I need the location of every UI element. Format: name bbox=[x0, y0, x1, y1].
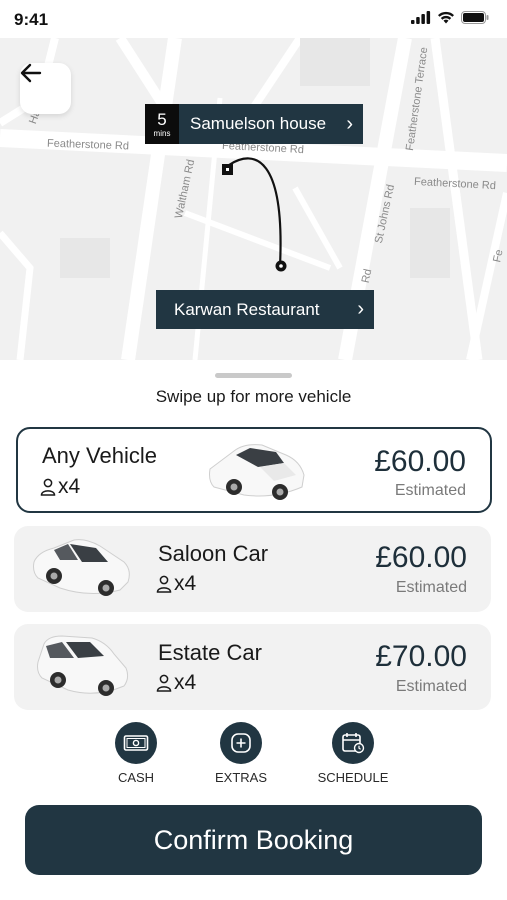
plus-icon bbox=[220, 722, 262, 764]
person-icon bbox=[156, 575, 172, 593]
schedule-label: SCHEDULE bbox=[317, 770, 389, 785]
wifi-icon bbox=[438, 11, 454, 24]
price-estimate-label: Estimated bbox=[394, 482, 466, 499]
swipe-hint: Swipe up for more vehicle bbox=[155, 387, 352, 406]
calendar-icon bbox=[332, 722, 374, 764]
vehicle-name: Estate Car bbox=[158, 640, 262, 665]
price-estimate-label: Estimated bbox=[395, 579, 467, 596]
person-icon bbox=[156, 674, 172, 692]
dropoff-location-tag[interactable]: Karwan Restaurant › bbox=[156, 290, 374, 329]
dropoff-label: Karwan Restaurant bbox=[174, 299, 320, 319]
car-estate-icon bbox=[37, 635, 129, 696]
vehicle-option-estate[interactable]: Estate Car x4 £70.00 Estimated bbox=[14, 624, 491, 710]
vehicle-name: Any Vehicle bbox=[42, 443, 157, 468]
booking-options: CASH EXTRAS SCHEDULE bbox=[0, 722, 507, 792]
schedule-option[interactable]: SCHEDULE bbox=[303, 722, 403, 785]
confirm-booking-button[interactable]: Confirm Booking bbox=[25, 805, 482, 875]
eta-value: 5 bbox=[157, 109, 167, 129]
battery-icon bbox=[461, 11, 489, 24]
vehicle-seats: x4 bbox=[40, 475, 80, 499]
status-time: 9:41 bbox=[14, 10, 49, 29]
sheet-handle[interactable] bbox=[215, 373, 292, 378]
price-estimate-label: Estimated bbox=[395, 678, 467, 695]
vehicle-price: £60.00 bbox=[375, 541, 467, 574]
cash-option[interactable]: CASH bbox=[86, 722, 186, 785]
back-button[interactable] bbox=[20, 63, 71, 114]
vehicle-name: Saloon Car bbox=[158, 541, 269, 566]
eta-unit: mins bbox=[153, 128, 171, 138]
arrow-left-icon bbox=[20, 63, 42, 83]
cash-icon bbox=[115, 722, 157, 764]
status-bar: 9:41 bbox=[0, 0, 507, 38]
vehicle-price: £60.00 bbox=[374, 445, 466, 478]
status-icons bbox=[411, 11, 489, 24]
cash-label: CASH bbox=[117, 770, 155, 785]
extras-label: EXTRAS bbox=[214, 770, 267, 785]
pickup-location-tag[interactable]: 5 mins Samuelson house › bbox=[145, 104, 363, 144]
vehicle-option-saloon[interactable]: Saloon Car x4 £60.00 Estimated bbox=[14, 526, 491, 612]
chevron-right-icon: › bbox=[357, 298, 364, 320]
chevron-right-icon: › bbox=[346, 112, 353, 135]
vehicle-seats: x4 bbox=[156, 572, 196, 596]
car-sedan-icon bbox=[33, 539, 130, 596]
eta-badge: 5 mins bbox=[145, 104, 179, 144]
pickup-label: Samuelson house bbox=[190, 114, 327, 133]
route-map[interactable]: Featherstone Rd Featherstone Rd Feathers… bbox=[0, 38, 507, 360]
signal-icon bbox=[411, 11, 431, 24]
person-icon bbox=[40, 478, 56, 496]
vehicle-seats: x4 bbox=[156, 671, 196, 695]
extras-option[interactable]: EXTRAS bbox=[191, 722, 291, 785]
vehicle-price: £70.00 bbox=[375, 640, 467, 673]
vehicle-sheet: Swipe up for more vehicle Any Vehicle x4… bbox=[0, 360, 507, 900]
vehicle-option-any[interactable]: Any Vehicle x4 £60.00 Estimated bbox=[16, 427, 492, 513]
car-sedan-icon bbox=[209, 444, 305, 500]
